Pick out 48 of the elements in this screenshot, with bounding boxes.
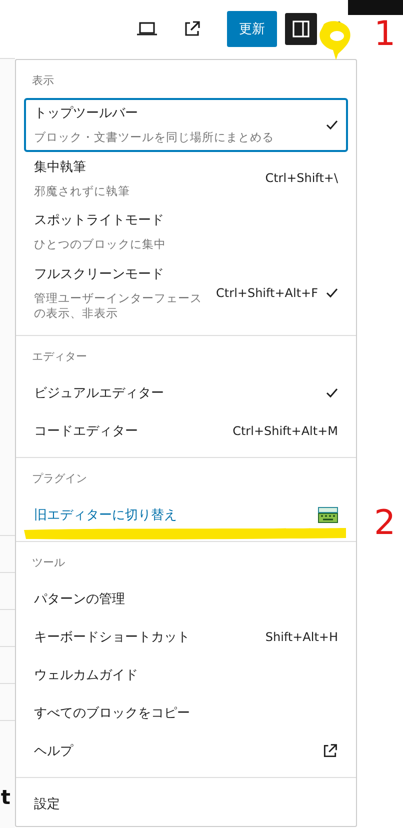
menu-item-description: ひとつのブロックに集中 — [34, 237, 166, 253]
menu-item[interactable]: ビジュアルエディター — [24, 374, 348, 412]
sidebar-icon — [292, 20, 310, 38]
sidebar-toggle-button[interactable] — [285, 13, 317, 45]
keyboard-shortcut: Shift+Alt+H — [265, 630, 338, 644]
menu-item-label: フルスクリーンモード — [34, 266, 164, 283]
menu-item[interactable]: ウェルカムガイド — [24, 656, 348, 694]
external-link-icon — [322, 742, 338, 759]
menu-item-description: ブロック・文書ツールを同じ場所にまとめる — [34, 130, 274, 146]
annotation-number: 1 — [374, 14, 396, 54]
menu-item[interactable]: トップツールバー ブロック・文書ツールを同じ場所にまとめる — [24, 98, 348, 152]
menu-item-label: トップツールバー — [34, 105, 138, 122]
menu-item[interactable]: ヘルプ — [24, 732, 348, 770]
update-button[interactable]: 更新 — [227, 11, 277, 47]
section-heading: 表示 — [31, 73, 55, 89]
laptop-icon[interactable] — [137, 22, 157, 36]
external-link-icon[interactable] — [183, 20, 201, 38]
logo-text: it — [0, 785, 10, 809]
menu-item-description: 邪魔されずに執筆 — [34, 184, 130, 200]
menu-item[interactable]: 集中執筆 邪魔されずに執筆 Ctrl+Shift+\ — [24, 152, 348, 206]
menu-item-label: キーボードショートカット — [34, 628, 190, 646]
menu-item-label: パターンの管理 — [34, 590, 125, 608]
menu-item[interactable]: パターンの管理 — [24, 580, 348, 618]
menu-item[interactable]: スポットライトモード ひとつのブロックに集中 — [24, 205, 348, 259]
tooltip-edge — [348, 0, 403, 15]
section-heading: プラグイン — [31, 470, 88, 487]
menu-item-label: ビジュアルエディター — [34, 384, 164, 402]
menu-item-label: コードエディター — [34, 422, 138, 440]
menu-item-label: スポットライトモード — [34, 212, 164, 230]
menu-item-description: 管理ユーザーインターフェースの表示、非表示 — [34, 290, 203, 322]
menu-item-label: すべてのブロックをコピー — [34, 704, 190, 722]
keyboard-icon — [318, 506, 338, 523]
keyboard-shortcut: Ctrl+Shift+Alt+F — [216, 286, 318, 300]
menu-item[interactable]: 設定 — [24, 784, 348, 823]
menu-item-label: 設定 — [34, 796, 60, 813]
menu-item-label: ヘルプ — [34, 742, 73, 760]
menu-item-label: 旧エディターに切り替え — [34, 506, 177, 524]
menu-item[interactable]: コードエディター Ctrl+Shift+Alt+M — [24, 412, 348, 450]
menu-item[interactable]: すべてのブロックをコピー — [24, 694, 348, 732]
menu-item-label: ウェルカムガイド — [34, 666, 138, 684]
menu-item[interactable]: キーボードショートカット Shift+Alt+H — [24, 618, 348, 656]
keyboard-shortcut: Ctrl+Shift+Alt+M — [232, 424, 338, 438]
annotation-number: 2 — [374, 503, 396, 543]
menu-item[interactable]: フルスクリーンモード 管理ユーザーインターフェースの表示、非表示 Ctrl+Shift+Alt+F — [24, 258, 348, 328]
menu-item-label: 集中執筆 — [34, 158, 86, 176]
section-heading: エディター — [31, 348, 88, 365]
keyboard-shortcut: Ctrl+Shift+\ — [265, 171, 338, 186]
section-heading: ツール — [31, 554, 66, 571]
